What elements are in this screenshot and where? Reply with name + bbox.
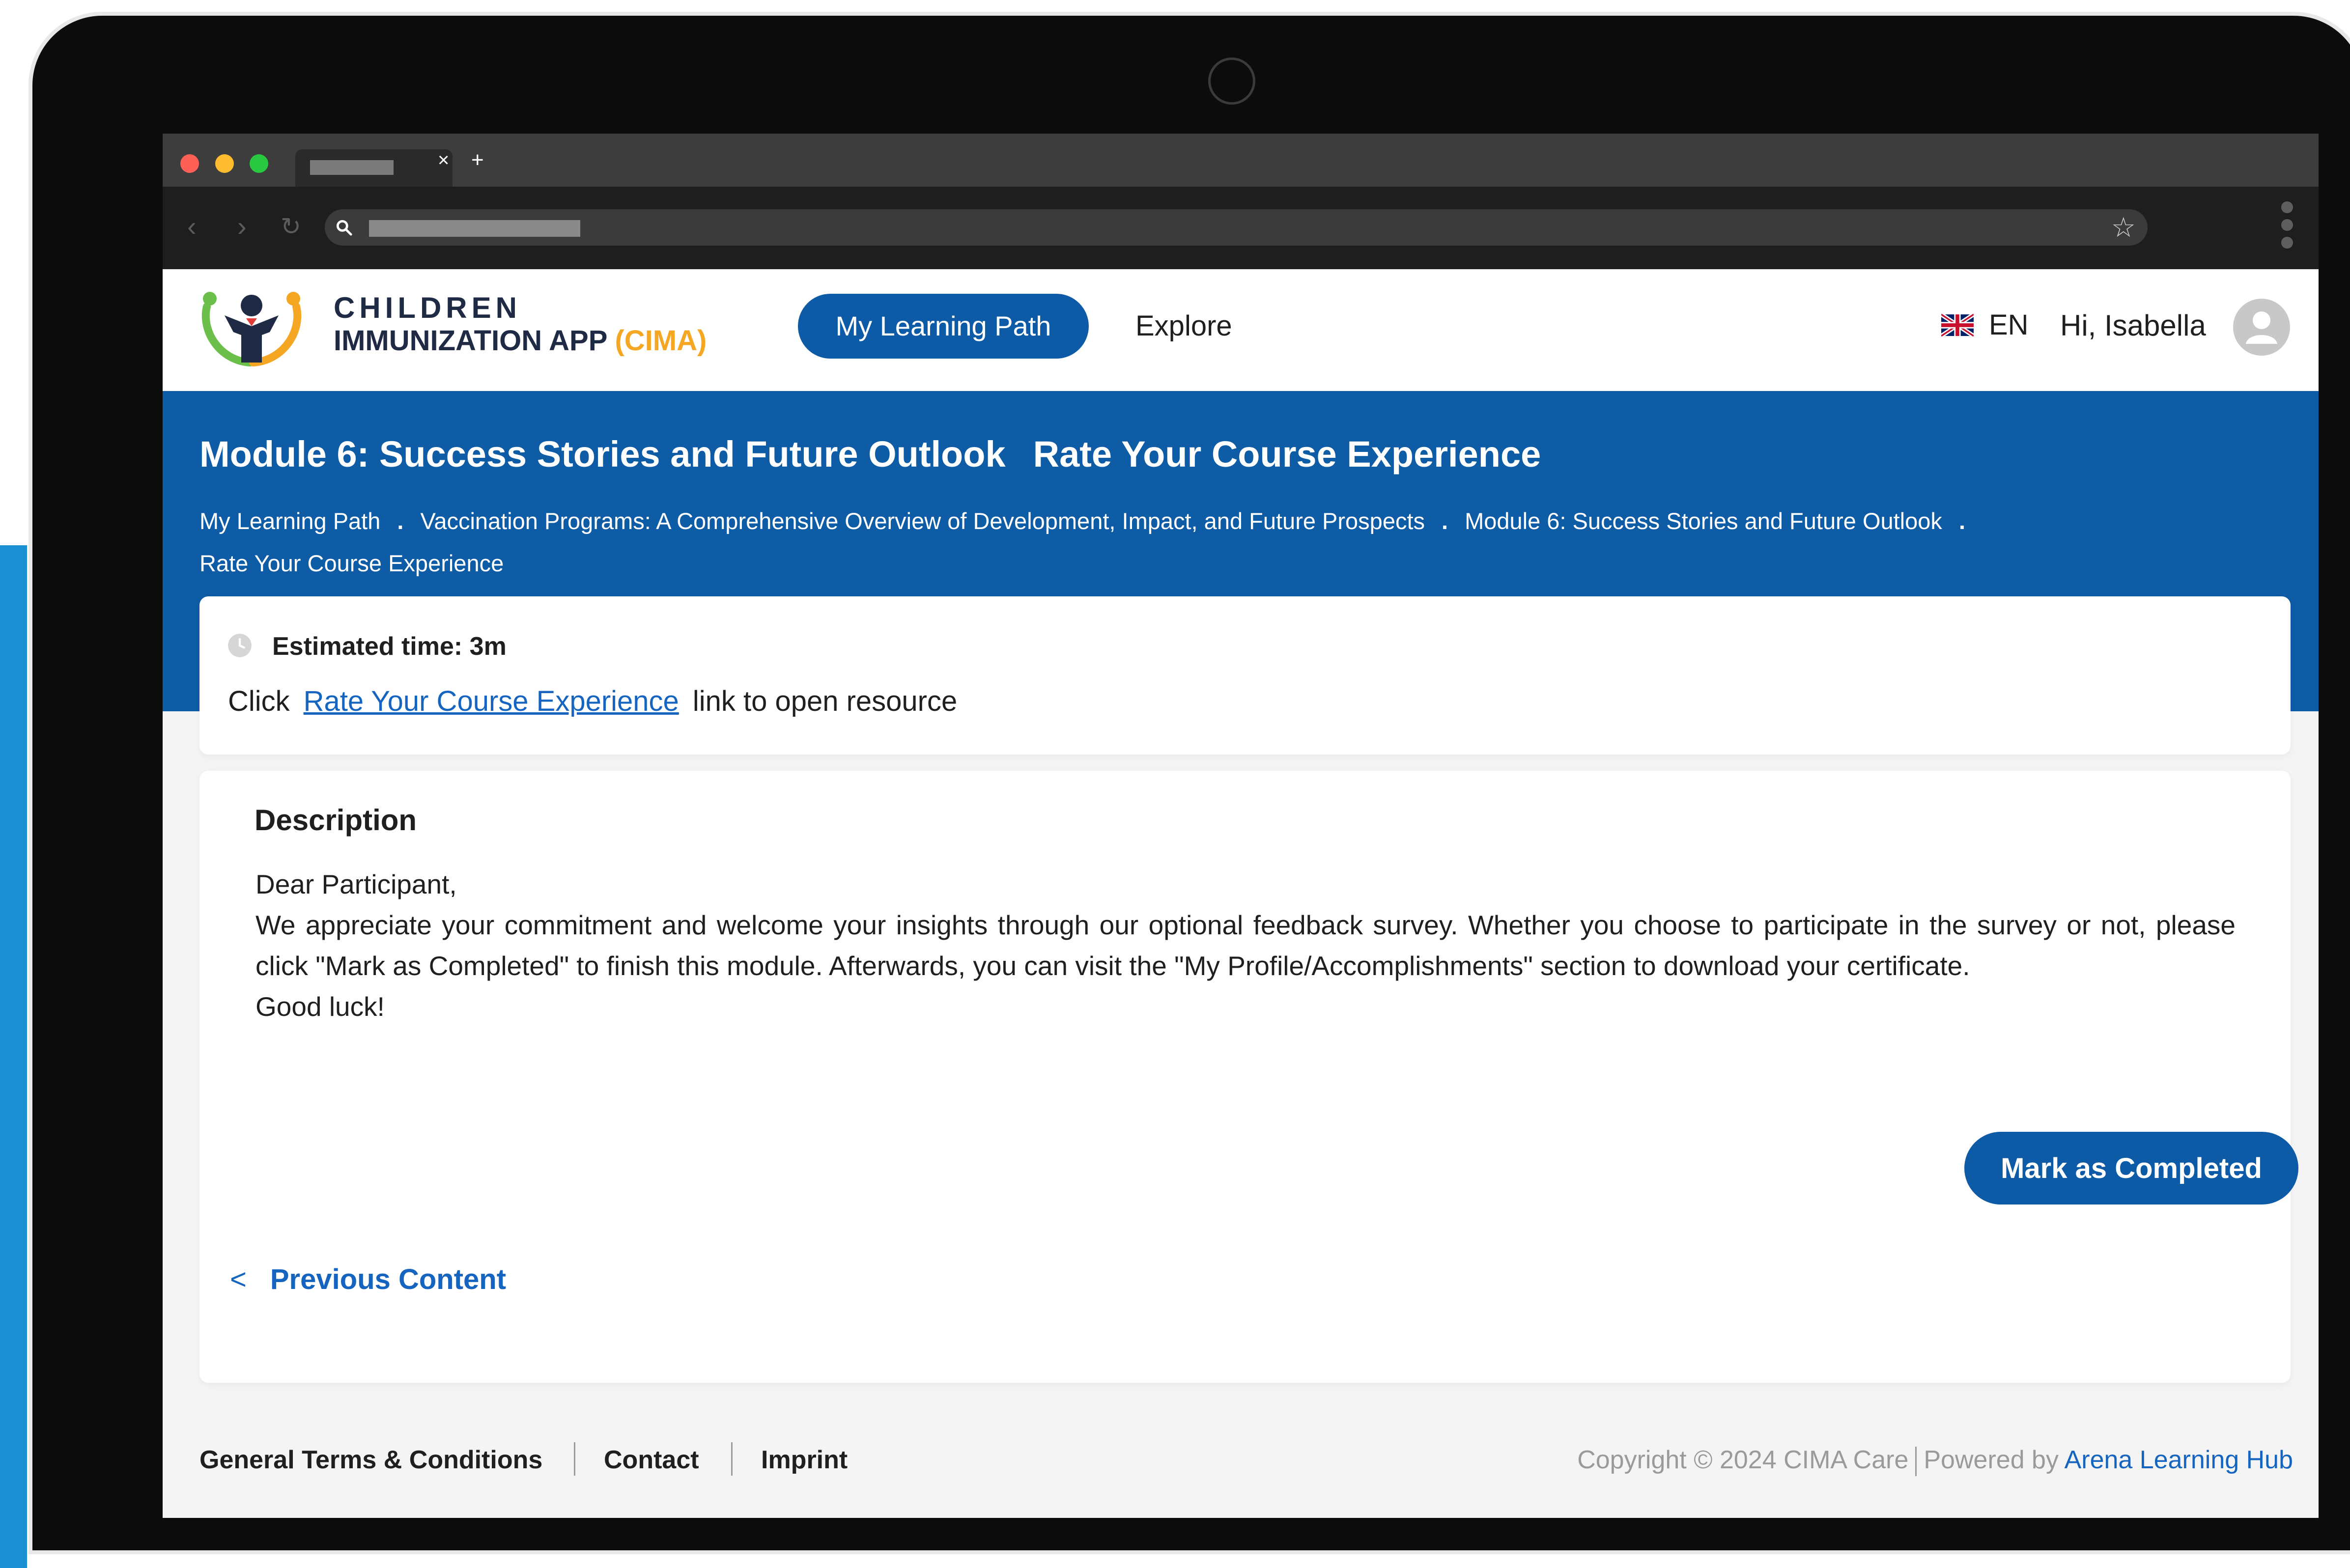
resource-title: Rate Your Course Experience <box>1033 434 1541 475</box>
description-paragraph: We appreciate your commitment and welcom… <box>255 910 2236 981</box>
window-close-dot[interactable] <box>180 154 199 173</box>
footer-imprint-link[interactable]: Imprint <box>761 1445 848 1475</box>
clock-icon <box>228 634 252 657</box>
breadcrumb: My Learning Path. Vaccination Programs: A… <box>199 500 2243 585</box>
rate-course-experience-link[interactable]: Rate Your Course Experience <box>304 685 679 717</box>
user-greeting[interactable]: Hi, Isabella <box>2060 308 2206 342</box>
breadcrumb-item-current: Rate Your Course Experience <box>199 550 504 576</box>
footer-divider <box>731 1442 733 1476</box>
description-heading: Description <box>255 804 417 837</box>
nav-my-learning-path-button[interactable]: My Learning Path <box>798 294 1089 359</box>
logo-title-main: IMMUNIZATION APP <box>334 325 607 357</box>
breadcrumb-item-course[interactable]: Vaccination Programs: A Comprehensive Ov… <box>420 508 1425 534</box>
uk-flag-icon[interactable] <box>1941 313 1974 337</box>
page-edge-accent <box>0 545 27 1568</box>
logo-title-accent: (CIMA) <box>615 325 707 357</box>
user-avatar-icon[interactable] <box>2233 299 2290 356</box>
previous-content-label: Previous Content <box>270 1263 507 1295</box>
chevron-left-icon: < <box>230 1263 247 1295</box>
mark-as-completed-button[interactable]: Mark as Completed <box>1964 1132 2298 1204</box>
address-bar[interactable]: ☆ <box>325 209 2148 246</box>
forward-arrow-icon[interactable]: › <box>237 209 247 244</box>
tab-close-icon[interactable]: × <box>438 145 449 175</box>
logo-title-line2: IMMUNIZATION APP (CIMA) <box>334 324 707 357</box>
reload-icon[interactable]: ↻ <box>281 209 301 244</box>
footer-terms-link[interactable]: General Terms & Conditions <box>199 1445 542 1475</box>
powered-by-text: Powered by <box>1924 1446 2059 1474</box>
page-title: Module 6: Success Stories and Future Out… <box>199 433 1541 475</box>
footer-contact-link[interactable]: Contact <box>604 1445 699 1475</box>
resource-card: Estimated time: 3m Click Rate Your Course… <box>199 596 2291 755</box>
description-greeting: Dear Participant, <box>255 869 457 899</box>
copyright-text: Copyright © 2024 CIMA Care <box>1577 1446 1909 1474</box>
description-closing: Good luck! <box>255 991 385 1022</box>
back-arrow-icon[interactable]: ‹ <box>187 209 197 244</box>
footer-divider <box>574 1442 575 1476</box>
resource-instruction-prefix: Click <box>228 685 290 717</box>
breadcrumb-separator: . <box>1442 508 1448 534</box>
app-header: CHILDREN IMMUNIZATION APP (CIMA) My Lear… <box>163 269 2319 391</box>
star-icon[interactable]: ☆ <box>2111 211 2136 244</box>
browser-menu-icon[interactable] <box>2281 201 2294 254</box>
breadcrumb-item-learning-path[interactable]: My Learning Path <box>199 508 380 534</box>
page-footer: General Terms & Conditions Contact Impri… <box>163 1421 2319 1499</box>
resource-instruction-suffix: link to open resource <box>692 685 958 717</box>
browser-tab-bar: × + <box>163 134 2319 187</box>
nav-explore-link[interactable]: Explore <box>1135 294 1232 359</box>
browser-toolbar: ‹ › ↻ ☆ <box>163 187 2319 269</box>
browser-window: × + ‹ › ↻ ☆ CHILDREN IMMUNIZATION APP (C… <box>163 134 2319 1518</box>
breadcrumb-item-module[interactable]: Module 6: Success Stories and Future Out… <box>1465 508 1942 534</box>
language-selector[interactable]: EN <box>1989 308 2029 341</box>
tab-title-placeholder <box>310 160 394 175</box>
footer-copyright: Copyright © 2024 CIMA Care Powered by Are… <box>1577 1445 2293 1477</box>
estimated-time: Estimated time: 3m <box>272 632 507 661</box>
browser-tab[interactable] <box>295 149 453 187</box>
logo-title-line1: CHILDREN <box>334 291 521 324</box>
search-icon <box>336 220 352 236</box>
previous-content-link[interactable]: < Previous Content <box>230 1263 506 1296</box>
module-title: Module 6: Success Stories and Future Out… <box>199 434 1006 475</box>
window-maximize-dot[interactable] <box>250 154 268 173</box>
powered-by-brand-link[interactable]: Arena Learning Hub <box>2065 1446 2293 1474</box>
breadcrumb-separator: . <box>1958 508 1965 534</box>
description-body: Dear Participant, We appreciate your com… <box>255 864 2236 1027</box>
new-tab-icon[interactable]: + <box>471 145 484 175</box>
breadcrumb-separator: . <box>397 508 404 534</box>
cima-logo-icon <box>201 292 302 366</box>
webcam <box>1208 57 1255 105</box>
description-card: Description Dear Participant, We appreci… <box>199 771 2298 1383</box>
url-text-placeholder <box>369 220 580 237</box>
window-minimize-dot[interactable] <box>215 154 234 173</box>
laptop-frame: × + ‹ › ↻ ☆ CHILDREN IMMUNIZATION APP (C… <box>28 12 2350 1554</box>
resource-instruction: Click Rate Your Course Experience link to … <box>228 685 957 718</box>
